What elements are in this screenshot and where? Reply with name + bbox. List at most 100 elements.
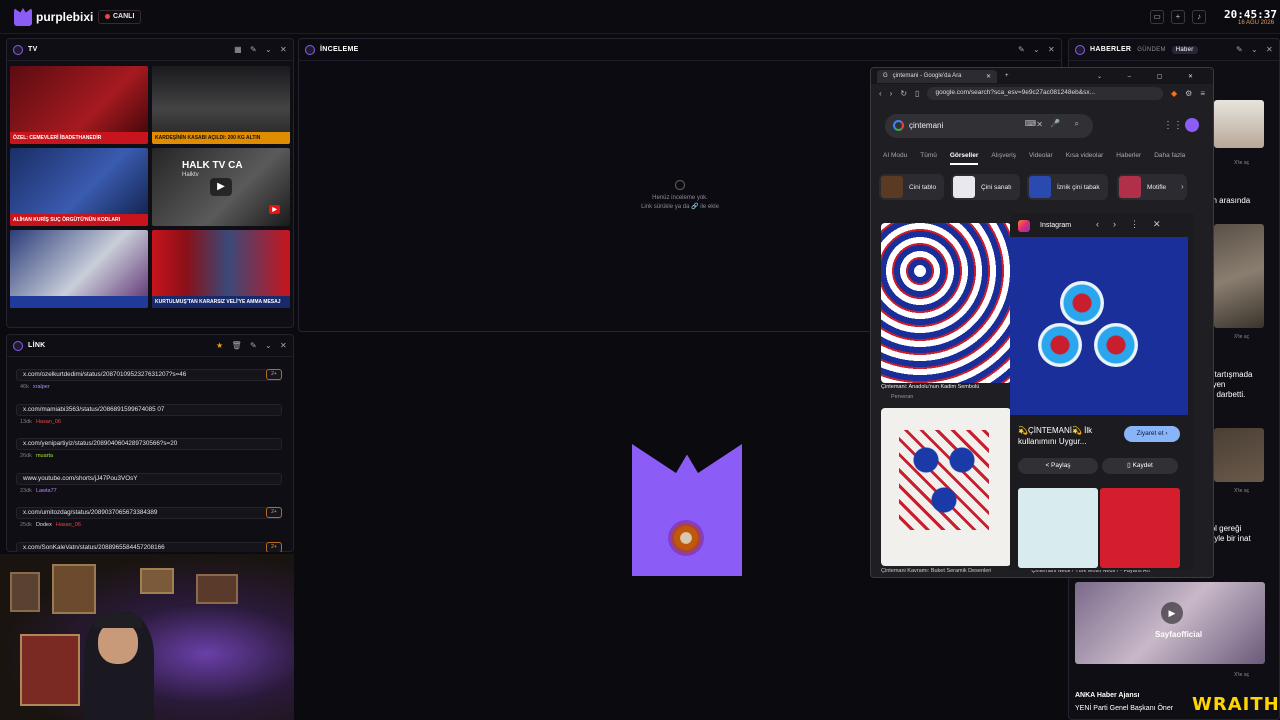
tab-ai-mode[interactable]: AI Modu [883,152,907,159]
visit-label: Ziyaret et [1136,430,1164,437]
live-badge[interactable]: CANLI [98,10,142,24]
chevron-down-icon[interactable]: ⌄ [1033,45,1040,54]
link-item[interactable]: x.com/umitozdag/status/20890370656733843… [16,507,282,528]
apps-grid-icon[interactable]: ⋮⋮ [1163,120,1183,131]
news-headline: YENİ Parti Genel Başkanı Öner [1075,705,1174,712]
tv-tile[interactable]: ALİHAN KURİŞ SUÇ ÖRGÜTÜ'NÜN KODLARI [10,148,148,226]
link-url[interactable]: x.com/ozelkurtdedimi/status/208701095232… [16,369,282,381]
chevron-down-icon[interactable]: ⌄ [1251,45,1258,54]
related-image[interactable] [1018,488,1098,568]
tab-more[interactable]: Daha fazla [1154,152,1185,159]
preview-image[interactable] [1010,237,1188,415]
window-controls[interactable]: ⌄ – ▢ ✕ [1097,73,1205,80]
tv-tile[interactable] [10,230,148,308]
wall-frame [52,564,96,614]
preview-source[interactable]: Instagram [1040,222,1071,229]
share-button[interactable]: < Paylaş [1018,458,1098,474]
close-icon[interactable]: ✕ [1266,45,1273,54]
google-logo-icon [893,120,904,131]
avatar[interactable] [1185,118,1199,132]
brave-shield-icon[interactable]: ◆ [1171,89,1177,98]
suggestion-chip[interactable]: Motifle [1117,174,1187,200]
image-result[interactable] [881,408,1011,566]
news-thumbnail[interactable] [1214,100,1264,148]
menu-icon[interactable]: ≡ [1200,89,1205,98]
link-item[interactable]: x.com/mamiabi3563/status/208689159967408… [16,404,282,425]
tab-all[interactable]: Tümü [920,152,937,159]
trash-icon[interactable]: 🗑 [231,341,241,350]
tab-images[interactable]: Görseller [949,152,979,165]
edit-icon[interactable]: ✎ [250,341,257,350]
suggestion-chip[interactable]: Cini tablo [879,174,945,200]
channel-watermark: WRAITH: [1192,694,1280,715]
link-url[interactable]: x.com/SonKaleVatn/status/208896558445720… [16,542,282,552]
link-url[interactable]: x.com/mamiabi3563/status/208689159967408… [16,404,282,416]
image-result-title[interactable]: Çintemani: Anadolu'nun Kadim Sembolü [881,384,1011,390]
news-tab-haber[interactable]: Haber [1171,45,1198,54]
brand-logo-icon[interactable] [14,8,32,26]
tv-tile[interactable]: KARDEŞİNİN KASABI AÇILDI: 200 KG ALTIN [152,66,290,144]
visit-button[interactable]: Ziyaret et › [1124,426,1180,442]
address-bar[interactable]: google.com/search?sca_esv=9e9c27ac081248… [927,86,1163,100]
edit-icon[interactable]: ✎ [1018,45,1025,54]
tv-tile[interactable]: ÖZEL: CEMEVLERİ İBADETHANEDİR [10,66,148,144]
play-icon[interactable]: ▶ [210,178,232,196]
news-open-x-link[interactable]: X'te aç [1234,488,1249,494]
news-open-x-link[interactable]: X'te aç [1234,160,1249,166]
link-item[interactable]: www.youtube.com/shorts/jJ47Pou3VOsY 23dk L… [16,473,282,494]
search-query[interactable]: çintemani [909,121,943,130]
tv-tile[interactable]: KURTULMUŞ'TAN KARARSIZ VELİ'YE AMMA MESA… [152,230,290,308]
close-icon[interactable]: ✕ [1048,45,1055,54]
search-tools-icons[interactable]: ⌨ 🎤 ⌕ [1025,119,1085,129]
reload-icon[interactable]: ↻ [900,89,907,98]
bookmark-icon[interactable]: ▯ [915,89,919,98]
google-search-box[interactable]: çintemani ✕ ⌨ 🎤 ⌕ [885,114,1093,138]
tv-panel-header: TV ▦ ✎ ⌄ ✕ [7,39,293,61]
forward-icon[interactable]: › [890,89,893,98]
close-icon[interactable]: ✕ [280,45,287,54]
link-item[interactable]: x.com/SonKaleVatn/status/208896558445720… [16,542,282,552]
link-url[interactable]: x.com/yenipartiyiz/status/20890406042897… [16,438,282,450]
tab-news[interactable]: Haberler [1116,152,1141,159]
preview-nav-icons[interactable]: ‹›⋮✕ [1096,219,1175,230]
star-icon[interactable]: ★ [216,341,223,350]
suggestion-chip[interactable]: İznik çini tabak [1027,174,1108,200]
extensions-icon[interactable]: ⚙ [1185,89,1192,98]
related-image[interactable] [1100,488,1180,568]
news-open-x-link[interactable]: X'te aç [1234,672,1249,678]
image-result[interactable] [881,223,1011,383]
screen-icon[interactable]: ▭ [1150,10,1164,24]
volume-icon[interactable]: ♪ [1192,10,1206,24]
new-tab-icon[interactable]: + [1005,73,1009,79]
close-tab-icon[interactable]: ✕ [986,73,991,80]
tab-videos[interactable]: Videolar [1029,152,1053,159]
link-item[interactable]: x.com/yenipartiyiz/status/20890406042897… [16,438,282,459]
chevron-down-icon[interactable]: ⌄ [265,341,272,350]
news-tab-gundem[interactable]: GÜNDEM [1137,47,1165,53]
chevron-right-icon[interactable]: › [1181,182,1184,191]
browser-tab[interactable]: Gçintemani - Google'da Ara ✕ [877,69,997,83]
chip-label: Motifle [1147,183,1167,191]
news-thumbnail[interactable] [1214,428,1264,482]
image-result-title[interactable]: Çintemani Kavramı: Buket Seramik Desenle… [881,568,991,574]
news-text: n tartışmada eyen yı darbetti. [1208,370,1253,399]
link-url[interactable]: www.youtube.com/shorts/jJ47Pou3VOsY [16,473,282,485]
edit-icon[interactable]: ✎ [250,45,257,54]
link-item[interactable]: x.com/ozelkurtdedimi/status/208701095232… [16,369,282,390]
tab-shopping[interactable]: Alışveriş [991,152,1016,159]
suggestion-chip[interactable]: Çini sanatı [951,174,1020,200]
edit-icon[interactable]: ✎ [1236,45,1243,54]
news-open-x-link[interactable]: X'te aç [1234,334,1249,340]
link-url[interactable]: x.com/umitozdag/status/20890370656733843… [16,507,282,519]
save-button[interactable]: ▯ Kaydet [1102,458,1178,474]
tv-tile[interactable]: HALK TV CA Halktv ▶ ▶ [152,148,290,226]
news-video[interactable]: ▶ Sayfaofficial [1075,582,1265,664]
grid-icon[interactable]: ▦ [234,45,242,54]
chevron-down-icon[interactable]: ⌄ [265,45,272,54]
news-thumbnail[interactable] [1214,224,1264,328]
back-icon[interactable]: ‹ [879,89,882,98]
add-panel-icon[interactable]: + [1171,10,1185,24]
close-icon[interactable]: ✕ [280,341,287,350]
play-icon[interactable]: ▶ [1161,602,1183,624]
tab-short-videos[interactable]: Kısa videolar [1066,152,1104,159]
